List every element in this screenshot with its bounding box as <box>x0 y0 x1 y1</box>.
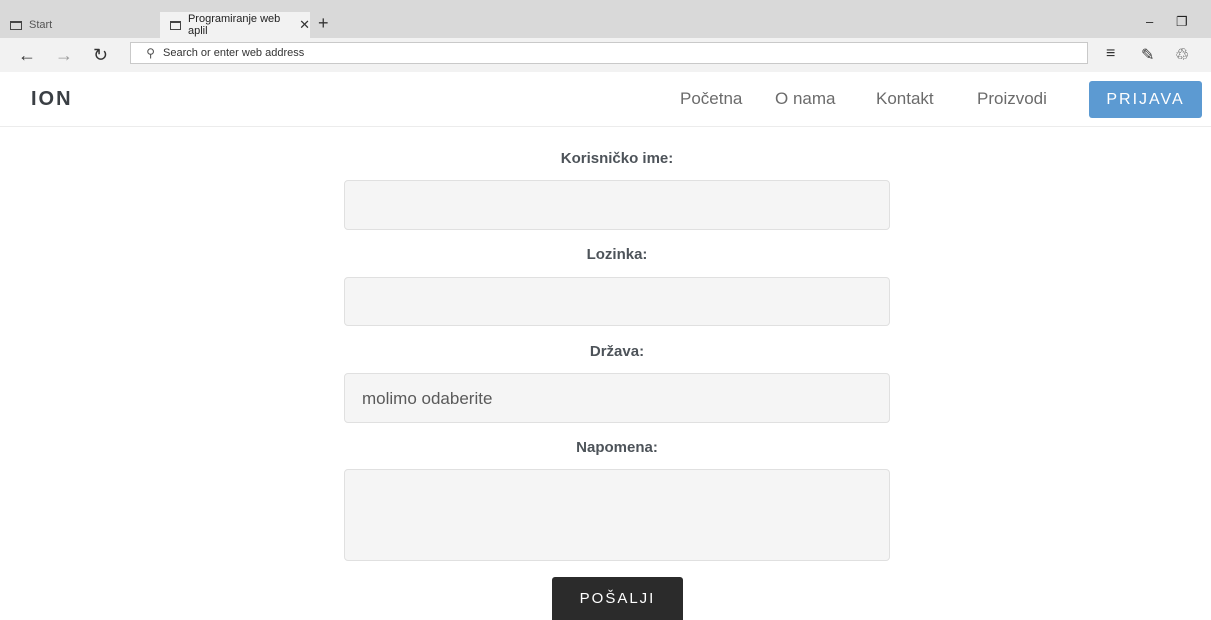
browser-tab-bar: Start Programiranje web aplil ✕ + – ❐ <box>0 0 1211 38</box>
search-icon: ⚲ <box>146 46 155 60</box>
new-tab-icon[interactable]: + <box>318 13 329 33</box>
web-note-icon[interactable]: ✎ <box>1141 45 1154 65</box>
share-icon[interactable]: ♲ <box>1175 45 1189 65</box>
tab-label: Start <box>29 19 53 31</box>
refresh-icon[interactable]: ↻ <box>93 45 108 65</box>
tab-page-icon <box>10 20 22 30</box>
nav-pocetna[interactable]: Početna <box>680 89 742 109</box>
tab-page-icon <box>170 20 181 30</box>
nav-proizvodi[interactable]: Proizvodi <box>977 89 1047 109</box>
username-field[interactable] <box>344 180 893 231</box>
login-button[interactable]: PRIJAVA <box>1089 81 1202 118</box>
password-input[interactable] <box>345 278 893 327</box>
minimize-icon[interactable]: – <box>1146 14 1153 29</box>
submit-button[interactable]: POŠALJI <box>552 577 683 620</box>
nav-kontakt[interactable]: Kontakt <box>876 89 934 109</box>
username-label: Korisničko ime: <box>560 150 674 167</box>
tab-label: Programiranje web aplil <box>187 13 281 37</box>
country-selected-value: molimo odaberite <box>362 389 493 408</box>
forward-arrow-icon[interactable]: → <box>55 45 73 65</box>
password-label: Lozinka: <box>586 246 648 263</box>
reading-list-icon[interactable]: ≡ <box>1106 45 1115 63</box>
note-label: Napomena: <box>576 439 658 456</box>
address-input[interactable] <box>161 46 1065 60</box>
browser-address-bar: ← → ↻ ⚲ ≡ ✎ ♲ <box>0 38 1211 72</box>
password-field[interactable] <box>344 277 893 327</box>
nav-o-nama[interactable]: O nama <box>775 89 835 109</box>
country-label: Država: <box>589 343 645 360</box>
back-arrow-icon[interactable]: ← <box>18 45 36 65</box>
country-select[interactable]: molimo odaberite <box>344 373 890 423</box>
note-textarea[interactable] <box>344 469 890 561</box>
tab-start[interactable]: Start <box>10 12 160 38</box>
close-tab-icon[interactable]: ✕ <box>299 17 310 33</box>
site-header: ION Početna O nama Kontakt Proizvodi PRI… <box>0 72 1211 127</box>
tab-programiranje[interactable]: Programiranje web aplil ✕ <box>160 12 310 38</box>
address-bar[interactable]: ⚲ <box>130 42 1088 64</box>
site-logo[interactable]: ION <box>31 88 73 111</box>
restore-icon[interactable]: ❐ <box>1176 14 1188 30</box>
username-input[interactable] <box>345 181 893 231</box>
